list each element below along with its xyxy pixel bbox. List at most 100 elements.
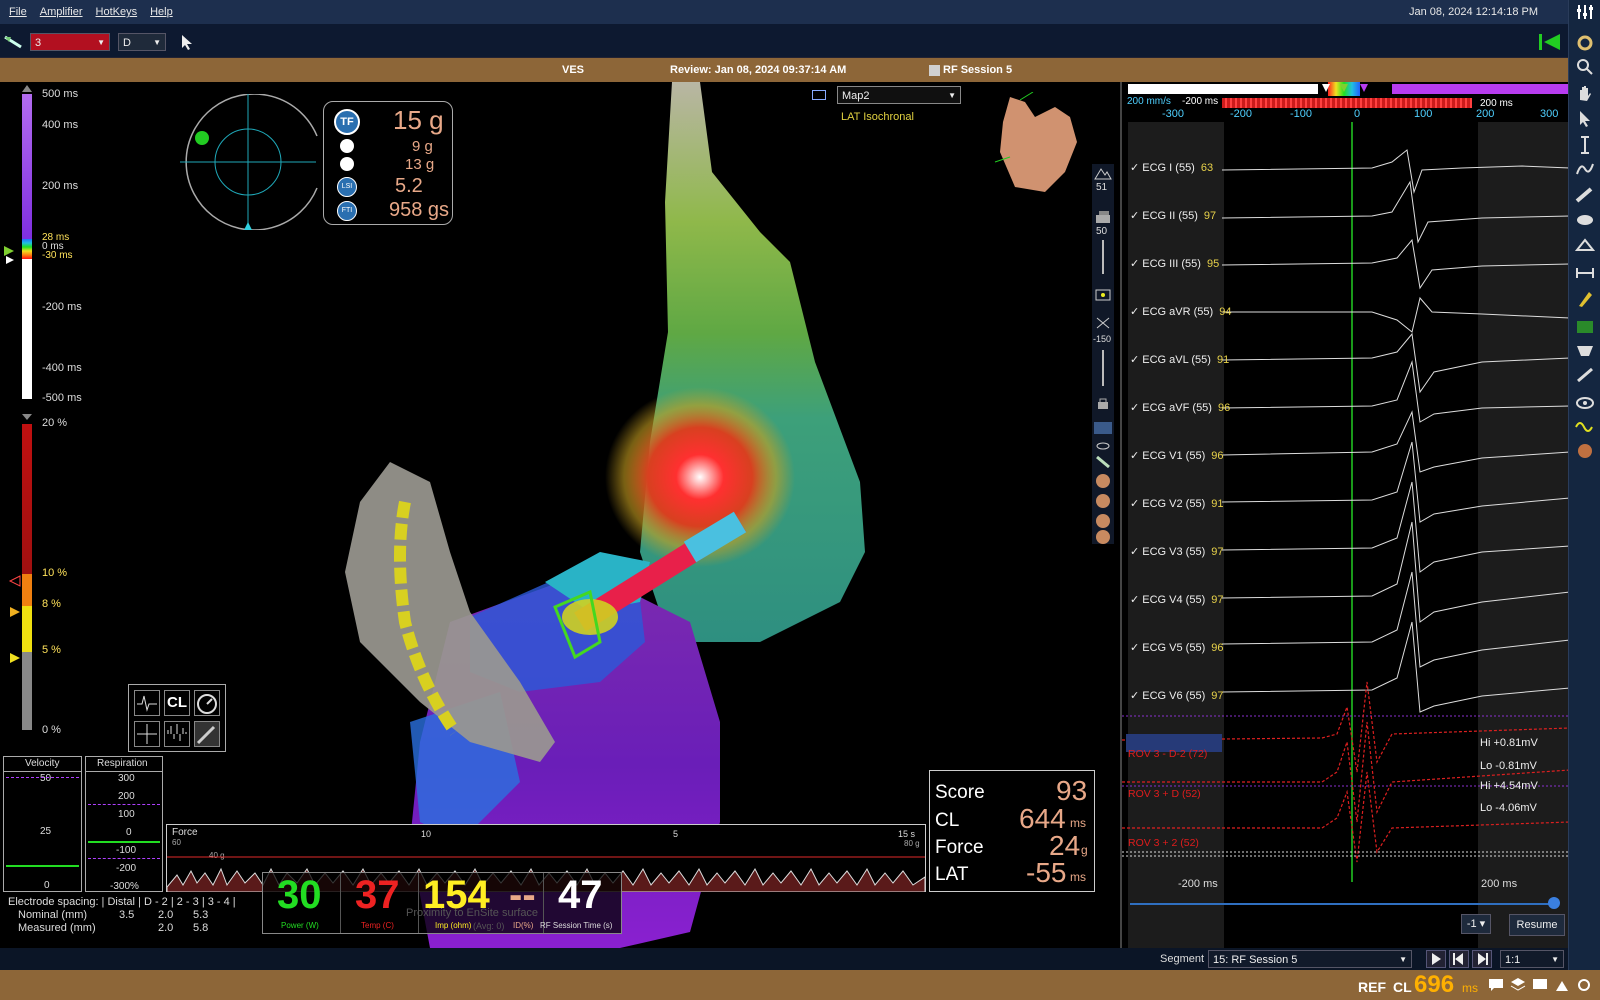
ellipse-tool-icon[interactable] — [1575, 210, 1595, 228]
channel-select[interactable]: D ▼ — [118, 33, 166, 51]
gear-icon[interactable] — [1575, 34, 1595, 52]
timeline-ruler[interactable] — [1222, 98, 1472, 108]
rov-channel-d[interactable]: ROV 3 + D (52) — [1128, 788, 1201, 800]
cl-status-unit: ms — [1462, 981, 1478, 995]
scale-toggle-icon[interactable] — [20, 412, 34, 422]
map-thumb-icon[interactable] — [812, 90, 826, 100]
green-panel-icon[interactable] — [1575, 318, 1595, 336]
menu-file[interactable]: File — [9, 6, 27, 18]
resume-button[interactable]: Resume — [1509, 914, 1565, 936]
ecg-channel-v4[interactable]: ✓ ECG V4 (55) 97 — [1130, 593, 1224, 606]
force-unit: g — [1081, 843, 1088, 857]
segment-select[interactable]: 15: RF Session 5 ▼ — [1208, 950, 1412, 968]
ruler-icon[interactable] — [1575, 186, 1595, 204]
cl-icon[interactable]: CL — [164, 690, 190, 716]
ecg-channel-i[interactable]: ✓ ECG I (55) 63 — [1130, 161, 1213, 174]
eraser-icon[interactable] — [1575, 236, 1595, 254]
catheter-view-icon[interactable] — [1096, 456, 1110, 468]
heart-model-icon[interactable] — [1575, 442, 1595, 460]
lo-1: Lo -0.81mV — [1480, 760, 1537, 772]
menu-amplifier[interactable]: Amplifier — [40, 6, 83, 18]
menu-help[interactable]: Help — [150, 6, 173, 18]
threshold-marker-icon[interactable] — [8, 575, 22, 587]
threshold-marker-icon[interactable] — [8, 606, 22, 618]
scissors-icon[interactable] — [1095, 316, 1111, 330]
select-arrow-icon[interactable] — [1575, 110, 1595, 128]
ecg-channel-v1[interactable]: ✓ ECG V1 (55) 96 — [1130, 449, 1224, 462]
lat-window-bar[interactable] — [1392, 84, 1570, 94]
settings-status-icon[interactable] — [1576, 977, 1592, 993]
window-marker-icons[interactable] — [1322, 82, 1372, 96]
mountain-icon[interactable] — [1094, 166, 1112, 180]
map-name-select[interactable]: Map2 ▼ — [837, 86, 961, 104]
scroll-handle[interactable] — [1548, 897, 1560, 909]
lock-icon[interactable] — [1096, 396, 1110, 410]
lat-window-marker-icon[interactable] — [2, 244, 16, 264]
step-forward-icon[interactable] — [1472, 950, 1492, 968]
speed-select[interactable]: 1:1 ▼ — [1500, 950, 1564, 968]
hand-icon[interactable] — [1575, 84, 1595, 102]
threshold-marker-icon[interactable] — [8, 652, 22, 664]
orientation-torso-icon[interactable] — [985, 92, 1085, 202]
review-scrollbar[interactable] — [1130, 903, 1554, 905]
menu-hotkeys[interactable]: HotKeys — [96, 6, 138, 18]
ecg-channel-v6[interactable]: ✓ ECG V6 (55) 97 — [1130, 689, 1224, 702]
force-vector-target — [180, 94, 318, 230]
signal-icon[interactable] — [1554, 977, 1570, 993]
pin-icon[interactable] — [1095, 288, 1111, 302]
waveform-icon[interactable] — [164, 721, 190, 747]
hi-2: Hi +4.54mV — [1480, 780, 1538, 792]
velocity-title: Velocity — [25, 758, 60, 769]
play-icon[interactable] — [1426, 950, 1446, 968]
curve-tool-icon[interactable] — [1575, 160, 1595, 178]
ecg-channel-avl[interactable]: ✓ ECG aVL (55) 91 — [1130, 353, 1229, 366]
text-cursor-icon[interactable] — [1575, 136, 1595, 154]
torso-view-rao-icon[interactable] — [1096, 514, 1110, 528]
equalizer-icon[interactable] — [1575, 3, 1595, 21]
ecg-channel-v2[interactable]: ✓ ECG V2 (55) 91 — [1130, 497, 1224, 510]
ecg-channel-avr[interactable]: ✓ ECG aVR (55) 94 — [1130, 305, 1231, 318]
gauge-icon[interactable] — [194, 690, 220, 716]
catheter-tool-side-icon[interactable] — [1575, 366, 1595, 384]
torso-view-ap-icon[interactable] — [1096, 474, 1110, 488]
ecg-channel-name: ECG III (55) — [1142, 258, 1201, 270]
ecg-channel-name: ECG II (55) — [1142, 210, 1198, 222]
catheter-tool-icon[interactable] — [3, 33, 23, 49]
marker-pen-icon[interactable] — [1575, 290, 1595, 308]
ecg-channel-v5[interactable]: ✓ ECG V5 (55) 96 — [1130, 641, 1224, 654]
rov-channel-d2[interactable]: ROV 3 - D-2 (72) — [1128, 748, 1207, 760]
clip-slider[interactable] — [1102, 350, 1104, 386]
ecg-channel-ii[interactable]: ✓ ECG II (55) 97 — [1130, 209, 1216, 222]
ecg-channel-v3[interactable]: ✓ ECG V3 (55) 97 — [1130, 545, 1224, 558]
shape-icon[interactable] — [1575, 342, 1595, 360]
wave-tool-icon[interactable] — [1575, 418, 1595, 436]
opacity-slider[interactable] — [1102, 240, 1104, 274]
step-select[interactable]: -1 ▾ — [1461, 914, 1491, 934]
view-controls: 51 50 -150 — [1092, 164, 1114, 544]
eye-icon[interactable] — [1575, 394, 1595, 412]
layers-icon[interactable] — [1095, 210, 1111, 224]
monitor-icon[interactable] — [1532, 977, 1548, 993]
move-icon[interactable] — [134, 721, 160, 747]
ecg-channel-iii[interactable]: ✓ ECG III (55) 95 — [1130, 257, 1219, 270]
ecg-wave-icon[interactable] — [134, 690, 160, 716]
go-first-icon[interactable] — [1538, 33, 1562, 51]
catheter-tip-icon[interactable] — [194, 721, 220, 747]
scale-up-icon[interactable] — [20, 82, 34, 94]
eye-small-icon[interactable] — [1096, 440, 1110, 452]
step-back-icon[interactable] — [1449, 950, 1469, 968]
zoom-icon[interactable] — [1575, 58, 1595, 76]
measure-icon[interactable] — [1575, 264, 1595, 282]
torso-view-pa-icon[interactable] — [1096, 530, 1110, 544]
ecg-channel-avf[interactable]: ✓ ECG aVF (55) 96 — [1130, 401, 1230, 414]
timeline-white — [1128, 84, 1318, 94]
chat-icon[interactable] — [1488, 977, 1504, 993]
torso-view-lao-icon[interactable] — [1096, 494, 1110, 508]
respiration-title: Respiration — [97, 758, 148, 769]
rov-channel-2[interactable]: ROV 3 + 2 (52) — [1128, 837, 1199, 849]
pointer-icon[interactable] — [180, 34, 194, 50]
layers-status-icon[interactable] — [1510, 977, 1526, 993]
map-select[interactable]: 3 ▼ — [30, 33, 110, 51]
expand-button[interactable] — [1094, 422, 1112, 434]
fti-value: 958 gs — [389, 199, 450, 221]
